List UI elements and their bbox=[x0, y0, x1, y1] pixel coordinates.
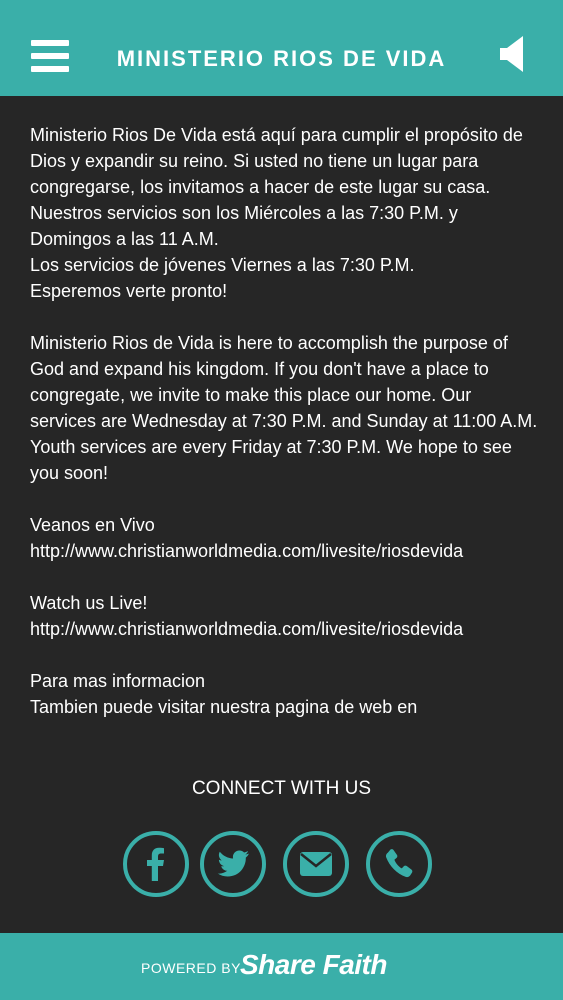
content-fade bbox=[0, 730, 563, 756]
twitter-button[interactable] bbox=[200, 831, 266, 897]
paragraph-more-info: Para mas informacion Tambien puede visit… bbox=[30, 671, 418, 717]
paragraph-live-english: Watch us Live! http://www.christianworld… bbox=[30, 593, 464, 639]
paragraph-live-spanish: Veanos en Vivo http://www.christianworld… bbox=[30, 515, 464, 561]
facebook-icon bbox=[147, 847, 164, 881]
phone-button[interactable] bbox=[366, 831, 432, 897]
paragraph-spanish: Ministerio Rios De Vida está aquí para c… bbox=[30, 125, 523, 301]
page-title: MINISTERIO RIOS DE VIDA bbox=[116, 46, 447, 71]
twitter-icon bbox=[217, 850, 249, 877]
email-icon bbox=[300, 852, 332, 876]
about-text: Ministerio Rios De Vida está aquí para c… bbox=[30, 122, 540, 752]
hamburger-menu-icon[interactable] bbox=[31, 40, 69, 72]
sharefaith-logo[interactable]: Share Faith bbox=[240, 948, 387, 982]
paragraph-english: Ministerio Rios de Vida is here to accom… bbox=[30, 333, 538, 483]
app-header: MINISTERIO RIOS DE VIDA bbox=[0, 0, 563, 96]
connect-title: CONNECT WITH US bbox=[191, 778, 372, 799]
facebook-button[interactable] bbox=[123, 831, 189, 897]
phone-icon bbox=[385, 849, 413, 878]
powered-by-label: POWERED BY bbox=[141, 960, 241, 976]
email-button[interactable] bbox=[283, 831, 349, 897]
speaker-icon[interactable] bbox=[498, 34, 526, 74]
app-footer: POWERED BY Share Faith bbox=[0, 933, 563, 1000]
